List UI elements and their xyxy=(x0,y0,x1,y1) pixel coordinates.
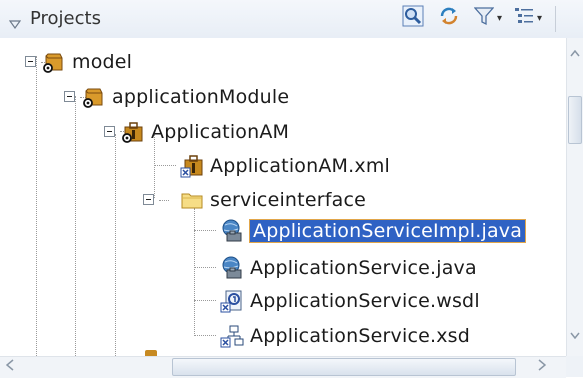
wsdl-file-icon xyxy=(220,289,244,313)
tree-node-serviceinterface[interactable]: serviceinterface xyxy=(180,186,366,214)
tree-node-model[interactable]: model xyxy=(42,48,132,76)
tree-guide xyxy=(194,335,216,336)
tree-guide xyxy=(194,300,216,301)
tree-guide xyxy=(75,96,76,356)
sync-button[interactable] xyxy=(438,6,460,30)
options-dropdown-icon[interactable]: ▾ xyxy=(537,13,542,24)
java-service-icon xyxy=(220,219,244,243)
scroll-left-icon[interactable] xyxy=(5,359,14,375)
collapse-toggle-serviceinterface[interactable] xyxy=(143,194,154,205)
tree-node-applicationmodule[interactable]: applicationModule xyxy=(82,83,289,111)
tree-node-label: ApplicationAM.xml xyxy=(210,155,391,177)
tree-node-applicationservice-wsdl[interactable]: ApplicationService.wsdl xyxy=(220,287,480,315)
scroll-down-icon[interactable] xyxy=(570,328,580,342)
java-service-icon xyxy=(220,256,244,280)
tree-guide xyxy=(194,230,216,231)
tree-guide xyxy=(154,165,176,166)
find-button[interactable] xyxy=(402,5,424,31)
vertical-scrollbar[interactable] xyxy=(566,38,583,356)
filter-icon xyxy=(473,6,495,30)
tree-guide xyxy=(194,208,195,336)
tree-options-button[interactable]: ▾ xyxy=(514,6,542,30)
tree-node-label: ApplicationService.xsd xyxy=(250,325,471,347)
tree-node-label: model xyxy=(72,51,133,73)
collapse-triangle-icon[interactable] xyxy=(8,14,22,33)
tree-node-applicationserviceimpl-java[interactable]: ApplicationServiceImpl.java xyxy=(220,217,527,245)
toolbar-separator xyxy=(555,6,556,32)
tree-node-label: ApplicationServiceImpl.java xyxy=(248,219,527,243)
tree-node-label: applicationModule xyxy=(112,86,290,108)
tree-guide xyxy=(115,134,116,356)
tree-node-label: serviceinterface xyxy=(210,189,366,211)
scroll-up-icon[interactable] xyxy=(570,46,580,60)
xml-file-icon xyxy=(180,154,204,178)
collapse-toggle-model[interactable] xyxy=(25,56,36,67)
scroll-right-icon[interactable] xyxy=(538,359,547,375)
collapse-toggle-applicationmodule[interactable] xyxy=(64,91,75,102)
tree-guide xyxy=(159,200,169,201)
tree-node-applicationam-xml[interactable]: ApplicationAM.xml xyxy=(180,152,390,180)
tree-node-label: ApplicationAM xyxy=(151,121,290,143)
collapse-toggle-applicationam[interactable] xyxy=(104,126,115,137)
panel-title: Projects xyxy=(30,8,101,29)
tree-node-label: ApplicationService.java xyxy=(250,257,477,279)
vertical-scroll-thumb[interactable] xyxy=(568,96,582,144)
project-icon xyxy=(42,50,66,74)
tree-guide xyxy=(36,56,37,356)
find-icon xyxy=(402,5,424,31)
filter-dropdown-icon[interactable]: ▾ xyxy=(497,13,502,24)
xsd-file-icon xyxy=(220,324,244,348)
tree-node-applicationservice-java[interactable]: ApplicationService.java xyxy=(220,254,477,282)
application-module-icon xyxy=(121,120,145,144)
tree-node-applicationam[interactable]: ApplicationAM xyxy=(121,118,289,146)
scrollbar-corner xyxy=(566,356,583,377)
panel-header: Projects ▾ ▾ xyxy=(0,0,583,39)
horizontal-scroll-thumb[interactable] xyxy=(172,358,516,376)
package-icon xyxy=(82,85,106,109)
projects-panel: Projects ▾ ▾ model applicationModule App… xyxy=(0,0,583,378)
sync-icon xyxy=(438,5,460,31)
filter-button[interactable]: ▾ xyxy=(473,6,502,30)
project-tree[interactable]: model applicationModule ApplicationAM Ap… xyxy=(0,38,566,356)
folder-icon xyxy=(180,188,204,212)
tree-guide xyxy=(194,267,216,268)
tree-node-label: ApplicationService.wsdl xyxy=(250,290,480,312)
horizontal-scrollbar[interactable] xyxy=(0,356,566,378)
tree-options-icon xyxy=(514,6,534,30)
tree-node-applicationservice-xsd[interactable]: ApplicationService.xsd xyxy=(220,322,470,350)
